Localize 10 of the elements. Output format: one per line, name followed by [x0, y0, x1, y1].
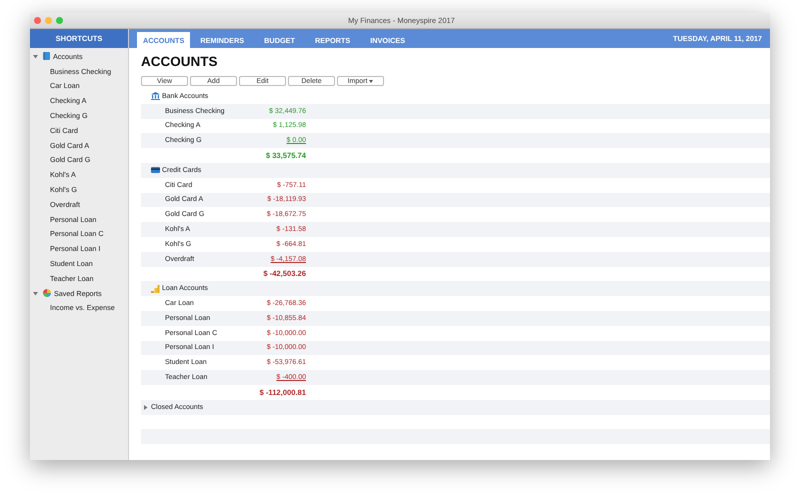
disclosure-triangle-right-icon[interactable]	[142, 404, 148, 410]
bank-icon	[151, 92, 160, 100]
caret-icon	[369, 80, 374, 82]
disclosure-triangle-down-icon[interactable]	[33, 54, 38, 59]
close-icon[interactable]	[34, 17, 41, 24]
book-icon	[43, 52, 50, 60]
credit-card-icon	[151, 167, 160, 174]
pie-chart-icon	[43, 289, 51, 298]
disclosure-triangle-down-icon[interactable]	[33, 290, 38, 296]
page-heading: ACCOUNTS	[141, 54, 218, 70]
